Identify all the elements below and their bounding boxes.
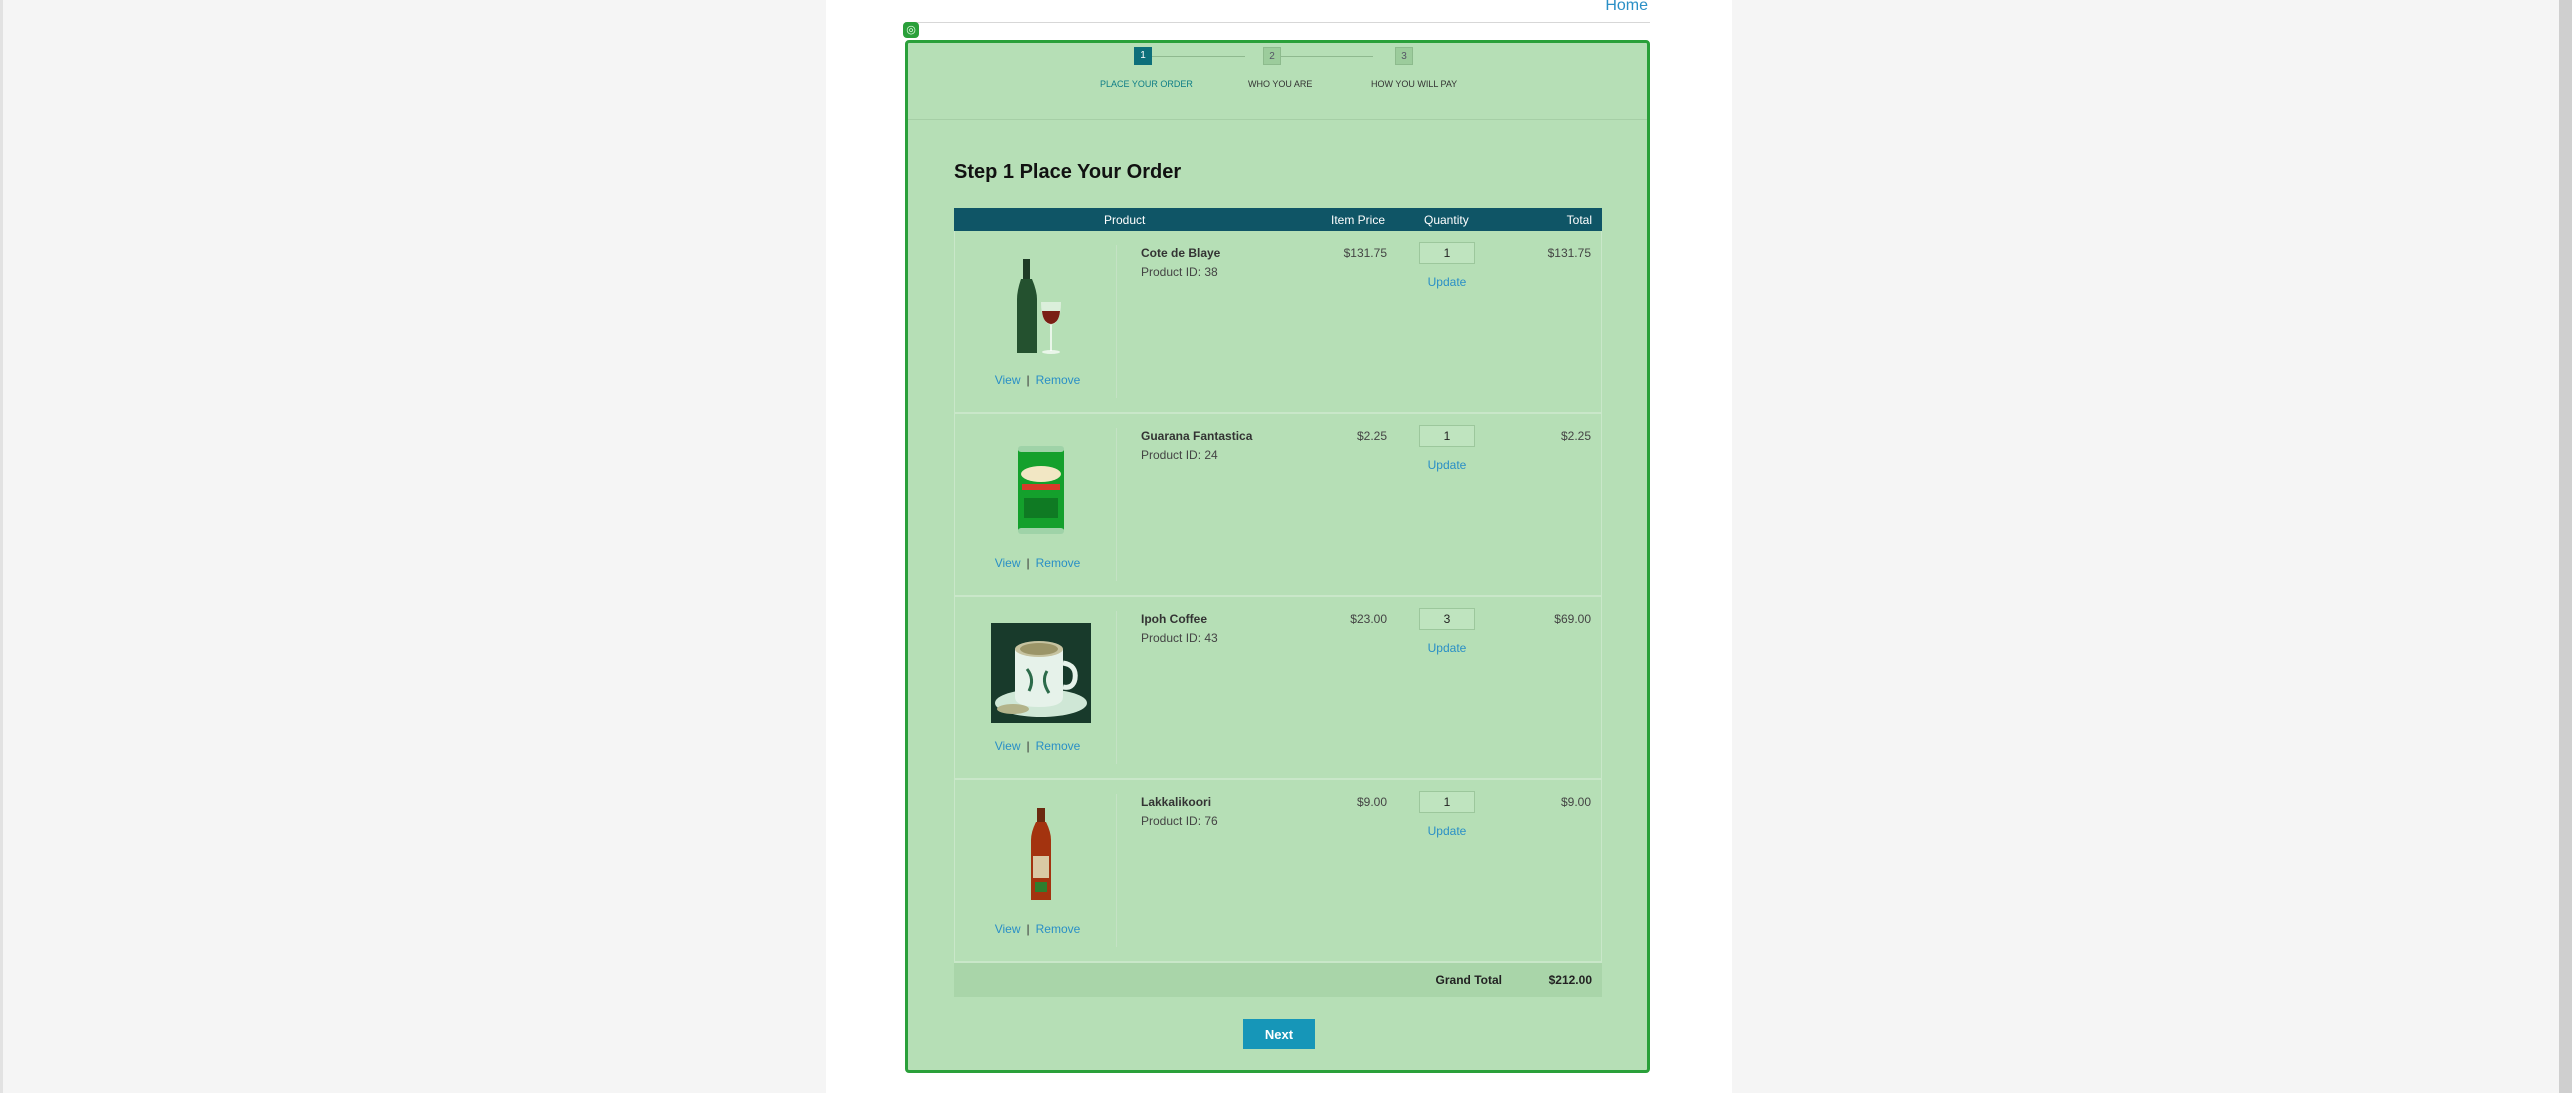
- liqueur-bottle-icon: [1031, 808, 1051, 900]
- next-button[interactable]: Next: [1243, 1019, 1315, 1049]
- update-link[interactable]: Update: [1419, 275, 1475, 289]
- item-price: $9.00: [1356, 795, 1387, 809]
- line-total: $131.75: [1547, 246, 1591, 260]
- left-edge: [0, 0, 3, 1093]
- link-separator: |: [1026, 922, 1030, 936]
- line-total: $69.00: [1554, 612, 1591, 626]
- step-connector: [1141, 56, 1245, 57]
- grand-total-label: Grand Total: [1435, 973, 1502, 987]
- step-2-number: 2: [1263, 47, 1281, 65]
- product-name: Lakkalikoori: [1141, 795, 1212, 809]
- line-total: $2.25: [1560, 429, 1591, 443]
- remove-link[interactable]: Remove: [1036, 739, 1081, 753]
- table-row: View | Remove Lakkalikoori Product ID: 76 …: [954, 780, 1602, 963]
- table-header: Product Item Price Quantity Total: [954, 208, 1602, 231]
- link-separator: |: [1026, 739, 1030, 753]
- step-1-number: 1: [1134, 47, 1152, 65]
- step-2-label: WHO YOU ARE: [1248, 79, 1313, 89]
- product-name: Cote de Blaye: [1141, 246, 1221, 260]
- item-price: $23.00: [1350, 612, 1387, 626]
- scrollbar[interactable]: [2559, 0, 2572, 1093]
- page-container: Home ◎ 1 2 3 PLACE YOUR ORDER WHO YOU AR…: [826, 0, 1732, 1093]
- link-separator: |: [1026, 373, 1030, 387]
- update-link[interactable]: Update: [1419, 641, 1475, 655]
- divider: [905, 22, 1650, 23]
- table-row: View | Remove Ipoh Coffee Product ID: 43 $…: [954, 597, 1602, 780]
- row-links: View | Remove: [955, 922, 1120, 936]
- step-connector: [1269, 56, 1373, 57]
- step-3-label: HOW YOU WILL PAY: [1371, 79, 1458, 89]
- cell-divider: [1116, 794, 1117, 947]
- product-id: Product ID: 76: [1141, 814, 1218, 828]
- table-row: View | Remove Guarana Fantastica Product I…: [954, 414, 1602, 597]
- item-price: $131.75: [1343, 246, 1387, 260]
- update-link[interactable]: Update: [1419, 824, 1475, 838]
- home-link[interactable]: Home: [1605, 0, 1648, 15]
- wine-bottle-glass-icon: [1017, 259, 1061, 354]
- header-product: Product: [1104, 213, 1146, 227]
- quantity-input[interactable]: [1419, 242, 1475, 264]
- item-price: $2.25: [1356, 429, 1387, 443]
- grand-total-value: $212.00: [1548, 973, 1592, 987]
- view-link[interactable]: View: [995, 556, 1021, 570]
- header-total: Total: [1566, 213, 1592, 227]
- row-links: View | Remove: [955, 556, 1120, 570]
- header-quantity: Quantity: [1424, 213, 1469, 227]
- step-3-number: 3: [1395, 47, 1413, 65]
- view-link[interactable]: View: [995, 739, 1021, 753]
- update-link[interactable]: Update: [1419, 458, 1475, 472]
- view-link[interactable]: View: [995, 373, 1021, 387]
- remove-link[interactable]: Remove: [1036, 922, 1081, 936]
- product-id: Product ID: 24: [1141, 448, 1218, 462]
- table-row: View | Remove Cote de Blaye Product ID: 38…: [954, 231, 1602, 414]
- cell-divider: [1116, 245, 1117, 398]
- order-table: Product Item Price Quantity Total View | R…: [954, 208, 1602, 997]
- product-name: Guarana Fantastica: [1141, 429, 1253, 443]
- soda-can-icon: [1018, 446, 1064, 534]
- quantity-input[interactable]: [1419, 608, 1475, 630]
- remove-link[interactable]: Remove: [1036, 556, 1081, 570]
- cell-divider: [1116, 611, 1117, 764]
- view-link[interactable]: View: [995, 922, 1021, 936]
- row-links: View | Remove: [955, 373, 1120, 387]
- page-title: Step 1 Place Your Order: [954, 161, 1182, 183]
- row-links: View | Remove: [955, 739, 1120, 753]
- highlight-badge-icon: ◎: [903, 22, 919, 38]
- step-1-label: PLACE YOUR ORDER: [1100, 79, 1193, 89]
- product-id: Product ID: 38: [1141, 265, 1218, 279]
- quantity-input[interactable]: [1419, 425, 1475, 447]
- checkout-steps: 1 2 3 PLACE YOUR ORDER WHO YOU ARE HOW Y…: [908, 43, 1647, 120]
- product-id: Product ID: 43: [1141, 631, 1218, 645]
- coffee-cup-icon: [991, 623, 1091, 723]
- line-total: $9.00: [1560, 795, 1591, 809]
- remove-link[interactable]: Remove: [1036, 373, 1081, 387]
- link-separator: |: [1026, 556, 1030, 570]
- grand-total-row: Grand Total $212.00: [954, 963, 1602, 997]
- product-name: Ipoh Coffee: [1141, 612, 1207, 626]
- header-item-price: Item Price: [1331, 213, 1386, 227]
- order-panel: 1 2 3 PLACE YOUR ORDER WHO YOU ARE HOW Y…: [905, 40, 1650, 1073]
- quantity-input[interactable]: [1419, 791, 1475, 813]
- cell-divider: [1116, 428, 1117, 581]
